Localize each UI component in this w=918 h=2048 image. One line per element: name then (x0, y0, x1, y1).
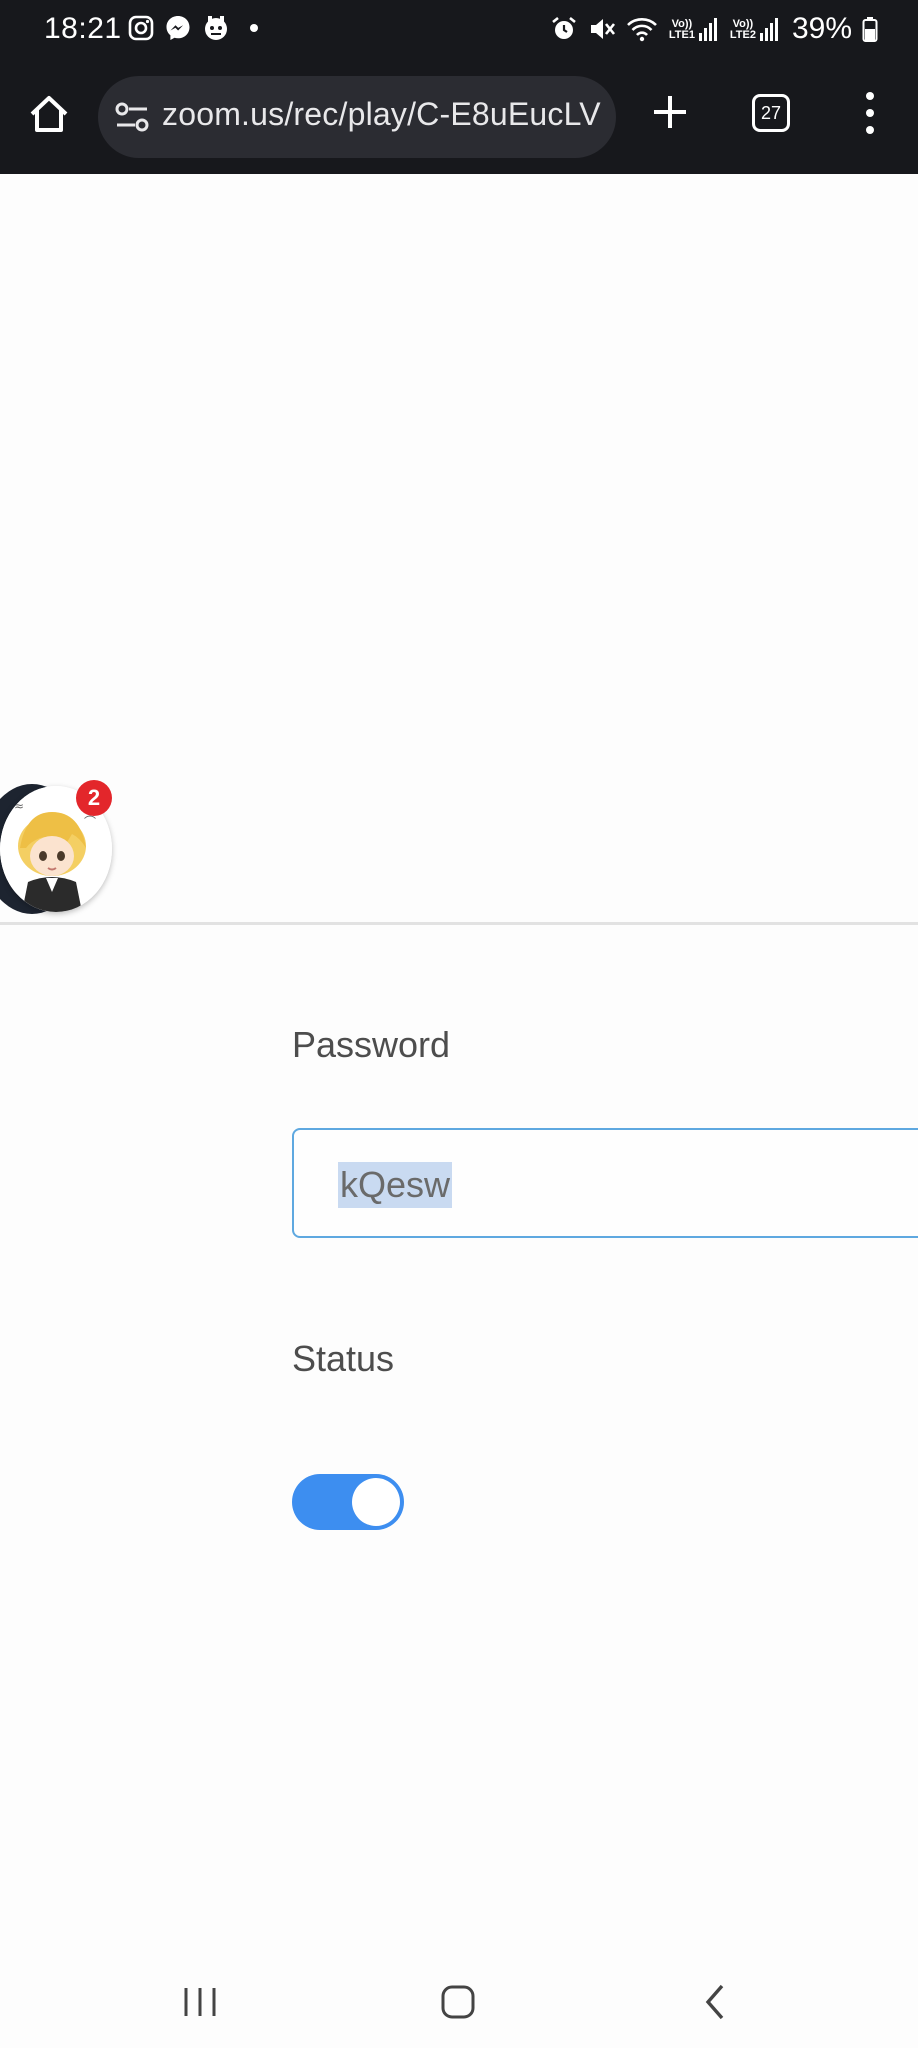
chat-head-bubble[interactable]: ≈ ⌒ 2 (0, 780, 114, 914)
status-time: 18:21 (44, 12, 122, 45)
more-notifications-dot (250, 24, 258, 32)
url-text[interactable]: zoom.us/rec/play/C-E8uEucLV (162, 96, 602, 133)
instagram-icon (128, 15, 154, 41)
alarm-icon (552, 16, 576, 39)
system-indicators: Vo)) LTE1 Vo)) LTE2 39% (550, 12, 878, 46)
section-divider (0, 922, 918, 925)
password-field[interactable]: kQesw (292, 1128, 918, 1238)
recent-apps-icon[interactable] (182, 1986, 218, 2018)
battery-percentage: 39% (791, 12, 852, 45)
sim1-indicator: Vo)) LTE1 (668, 17, 719, 41)
browser-menu-button[interactable] (858, 88, 882, 138)
status-label: Status (292, 1338, 395, 1379)
signal-icon (759, 18, 778, 41)
status-toggle[interactable] (292, 1474, 404, 1530)
wifi-icon (627, 18, 657, 42)
sim1-label: Vo)) LTE1 (668, 18, 695, 41)
system-nav-bar (0, 1944, 918, 2048)
notification-icons (128, 14, 258, 42)
password-label: Password (292, 1024, 451, 1065)
more-vert-icon (866, 92, 874, 134)
address-bar[interactable]: zoom.us/rec/play/C-E8uEucLV (98, 76, 616, 158)
home-icon (30, 96, 68, 132)
battery-icon (862, 17, 878, 42)
nav-home-icon[interactable] (440, 1984, 476, 2020)
new-tab-button[interactable] (648, 90, 692, 134)
nav-back-icon[interactable] (700, 1982, 730, 2022)
sim2-indicator: Vo)) LTE2 (729, 17, 780, 41)
signal-icon (698, 18, 717, 41)
password-value-selected[interactable]: kQesw (338, 1162, 453, 1208)
page-content: ≈ ⌒ 2 Password kQesw Status (0, 174, 918, 1944)
status-bar: 18:21 Vo)) LTE1 Vo)) LTE2 39% (0, 0, 918, 60)
site-settings-icon[interactable] (114, 100, 150, 134)
mute-icon (590, 19, 615, 39)
tab-switcher-button[interactable]: 27 (752, 94, 790, 132)
notification-badge: 2 (76, 780, 112, 816)
browser-toolbar: zoom.us/rec/play/C-E8uEucLV 27 (0, 60, 918, 174)
home-button[interactable] (26, 92, 72, 138)
svg-text:⌒: ⌒ (84, 815, 96, 829)
app-notification-icon (205, 16, 227, 40)
sim2-label: Vo)) LTE2 (729, 18, 756, 41)
plus-icon (654, 96, 686, 128)
status-toggle-knob (352, 1478, 400, 1526)
messenger-icon (166, 16, 190, 40)
